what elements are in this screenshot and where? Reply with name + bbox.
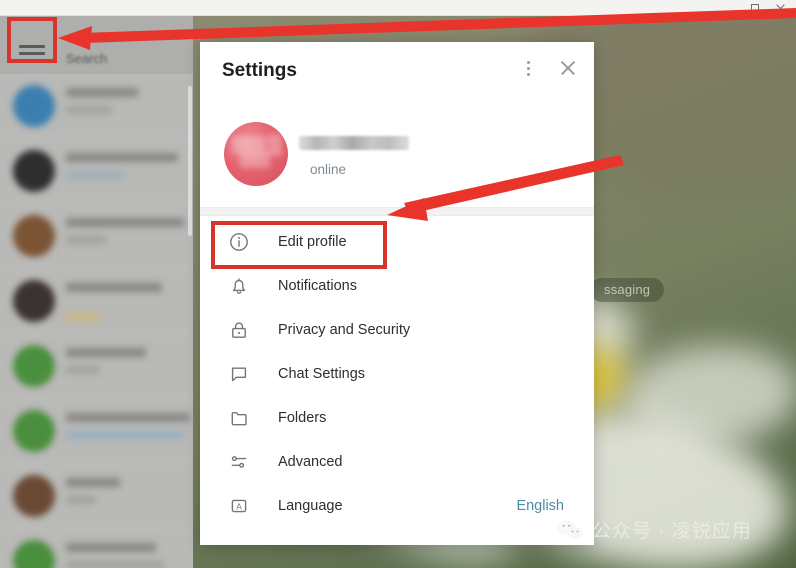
menu-item-label: Privacy and Security <box>278 322 411 338</box>
sidebar-scrollbar[interactable] <box>188 86 192 236</box>
menu-item-label: Chat Settings <box>278 366 366 382</box>
sidebar-header: Search <box>0 16 193 74</box>
list-item[interactable] <box>0 399 193 464</box>
menu-item-privacy-and-security[interactable]: Privacy and Security <box>200 308 594 352</box>
svg-text:A: A <box>236 501 242 511</box>
avatar <box>13 85 55 127</box>
chat-preview <box>66 431 184 439</box>
hamburger-menu-icon[interactable] <box>19 45 45 63</box>
chat-preview <box>66 171 124 179</box>
menu-item-label: Edit profile <box>278 234 347 250</box>
menu-item-notifications[interactable]: Notifications <box>200 264 594 308</box>
chat-title <box>66 478 120 487</box>
chat-title <box>66 413 190 422</box>
menu-item-language[interactable]: A Language English <box>200 484 594 528</box>
menu-item-edit-profile[interactable]: Edit profile <box>200 220 594 264</box>
menu-item-label: Notifications <box>278 278 357 294</box>
menu-item-label: Advanced <box>278 454 343 470</box>
settings-menu: Edit profile Notifications Privacy and S… <box>200 216 594 528</box>
chat-title <box>66 218 184 227</box>
info-circle-icon <box>228 231 250 253</box>
avatar <box>13 410 55 452</box>
chat-title <box>66 543 156 552</box>
chat-preview <box>66 236 106 244</box>
close-icon[interactable] <box>558 58 578 78</box>
profile-name-redacted <box>299 136 409 150</box>
background-pill-badge: ssaging <box>590 278 665 302</box>
chat-bubble-icon <box>228 363 250 385</box>
profile-section: online <box>200 102 594 207</box>
chat-badge <box>66 313 100 321</box>
chat-title <box>66 153 178 162</box>
avatar <box>13 215 55 257</box>
list-item[interactable] <box>0 139 193 204</box>
folder-icon <box>228 407 250 429</box>
kebab-menu-icon[interactable] <box>518 58 538 78</box>
avatar[interactable] <box>224 122 288 186</box>
list-item[interactable] <box>0 334 193 399</box>
chat-preview <box>66 561 164 568</box>
dialog-header: Settings <box>200 42 594 102</box>
chat-title <box>66 348 146 357</box>
chat-list-sidebar: Search <box>0 16 193 568</box>
list-item[interactable] <box>0 269 193 334</box>
chat-preview <box>66 106 112 114</box>
window-controls <box>725 0 792 16</box>
list-item[interactable] <box>0 464 193 529</box>
search-input[interactable]: Search <box>66 51 107 66</box>
settings-dialog: Settings online Edit profile Notificatio… <box>200 42 594 545</box>
avatar <box>13 540 55 568</box>
sliders-icon <box>228 451 250 473</box>
chat-title <box>66 283 162 292</box>
dialog-header-actions <box>518 58 578 78</box>
language-value[interactable]: English <box>516 498 564 514</box>
bell-icon <box>228 275 250 297</box>
menu-item-chat-settings[interactable]: Chat Settings <box>200 352 594 396</box>
language-a-icon: A <box>228 495 250 517</box>
list-item[interactable] <box>0 529 193 568</box>
list-item[interactable] <box>0 204 193 269</box>
maximize-button[interactable] <box>750 3 761 14</box>
menu-item-advanced[interactable]: Advanced <box>200 440 594 484</box>
chat-list[interactable] <box>0 74 193 568</box>
section-divider <box>200 207 594 216</box>
menu-item-label: Language <box>278 498 343 514</box>
menu-item-folders[interactable]: Folders <box>200 396 594 440</box>
avatar <box>13 150 55 192</box>
chat-preview <box>66 496 96 504</box>
avatar <box>13 345 55 387</box>
minimize-button[interactable] <box>725 3 736 14</box>
page-title: Settings <box>222 60 297 81</box>
app-screenshot: ssaging Search Settings online Edit prof… <box>0 0 796 568</box>
chat-title <box>66 88 138 97</box>
chat-preview <box>66 366 100 374</box>
avatar <box>13 475 55 517</box>
window-title-bar <box>0 0 796 16</box>
list-item[interactable] <box>0 74 193 139</box>
close-button[interactable] <box>775 3 786 14</box>
status-badge: online <box>310 162 347 177</box>
avatar <box>13 280 55 322</box>
lock-icon <box>228 319 250 341</box>
menu-item-label: Folders <box>278 410 327 426</box>
